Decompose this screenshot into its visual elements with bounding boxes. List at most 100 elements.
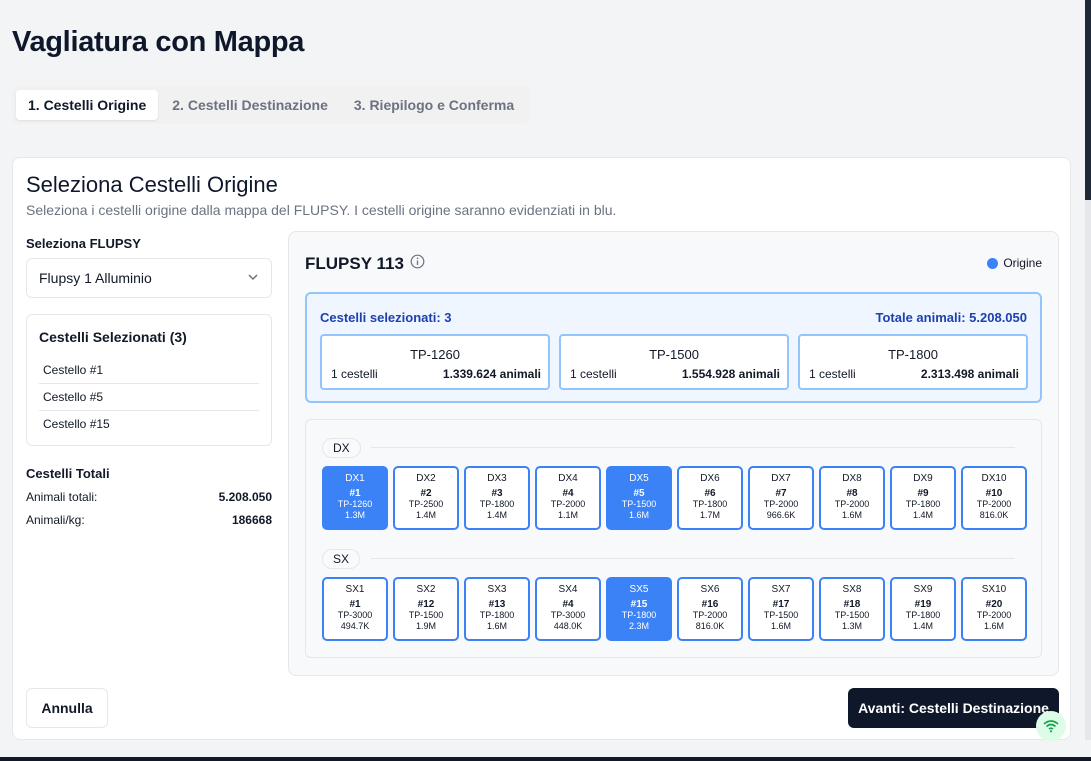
basket-quantity: 1.4M <box>486 510 507 520</box>
basket-quantity: 1.6M <box>486 621 507 631</box>
basket-sx8[interactable]: SX8 #18 TP-1500 1.3M <box>819 577 885 641</box>
basket-sx3[interactable]: SX3 #13 TP-1800 1.6M <box>464 577 530 641</box>
basket-sx7[interactable]: SX7 #17 TP-1500 1.6M <box>748 577 814 641</box>
scrollbar-track[interactable] <box>1085 0 1091 740</box>
basket-number: #4 <box>562 488 574 499</box>
basket-dx10[interactable]: DX10 #10 TP-2000 816.0K <box>961 466 1027 530</box>
basket-number: #17 <box>772 599 790 610</box>
basket-position: SX7 <box>771 584 791 595</box>
basket-sx4[interactable]: SX4 #4 TP-3000 448.0K <box>535 577 601 641</box>
basket-quantity: 2.3M <box>628 621 649 631</box>
basket-quantity: 448.0K <box>553 621 583 631</box>
basket-number: #13 <box>488 599 506 610</box>
basket-number: #15 <box>630 599 648 610</box>
totals-value: 186668 <box>231 513 272 527</box>
selected-baskets-panel: Cestelli Selezionati (3) Cestello #1 Ces… <box>26 314 272 446</box>
basket-dx8[interactable]: DX8 #8 TP-2000 1.6M <box>819 466 885 530</box>
basket-number: #16 <box>701 599 719 610</box>
next-button[interactable]: Avanti: Cestelli Destinazione <box>848 688 1059 728</box>
basket-quantity: 816.0K <box>979 510 1009 520</box>
basket-number: #20 <box>985 599 1003 610</box>
basket-number: #8 <box>846 488 858 499</box>
basket-position: DX9 <box>913 473 933 484</box>
basket-dx3[interactable]: DX3 #3 TP-1800 1.4M <box>464 466 530 530</box>
basket-dx4[interactable]: DX4 #4 TP-2000 1.1M <box>535 466 601 530</box>
basket-position: SX9 <box>913 584 933 595</box>
basket-quantity: 1.6M <box>770 621 791 631</box>
basket-quantity: 1.6M <box>628 510 649 520</box>
size-group-card: TP-1800 1 cestelli 2.313.498 animali <box>798 334 1028 390</box>
basket-size: TP-2000 <box>550 499 586 509</box>
basket-size: TP-1500 <box>834 610 870 620</box>
basket-sx9[interactable]: SX9 #19 TP-1800 1.4M <box>890 577 956 641</box>
basket-quantity: 966.6K <box>766 510 796 520</box>
selected-basket-item: Cestello #1 <box>39 357 259 384</box>
basket-sx5[interactable]: SX5 #15 TP-1800 2.3M <box>606 577 672 641</box>
basket-dx5[interactable]: DX5 #5 TP-1500 1.6M <box>606 466 672 530</box>
basket-quantity: 1.3M <box>841 621 862 631</box>
tab-cestelli-destinazione[interactable]: 2. Cestelli Destinazione <box>160 90 340 120</box>
scrollbar-thumb[interactable] <box>1085 0 1091 200</box>
row-divider <box>371 558 1015 559</box>
basket-position: SX4 <box>558 584 578 595</box>
basket-number: #4 <box>562 599 574 610</box>
basket-position: SX5 <box>629 584 649 595</box>
basket-position: DX3 <box>487 473 507 484</box>
origin-selection-card: Seleziona Cestelli Origine Seleziona i c… <box>12 157 1071 740</box>
summary-size-groups: TP-1260 1 cestelli 1.339.624 animali TP-… <box>320 334 1028 390</box>
basket-quantity: 1.6M <box>841 510 862 520</box>
basket-dx9[interactable]: DX9 #9 TP-1800 1.4M <box>890 466 956 530</box>
basket-position: SX1 <box>345 584 365 595</box>
origin-dot-icon <box>987 257 999 269</box>
basket-position: DX2 <box>416 473 436 484</box>
basket-sx10[interactable]: SX10 #20 TP-2000 1.6M <box>961 577 1027 641</box>
size-group-size: TP-1800 <box>888 347 938 362</box>
basket-number: #1 <box>349 599 361 610</box>
basket-position: DX1 <box>345 473 365 484</box>
basket-size: TP-2000 <box>763 499 799 509</box>
cancel-button[interactable]: Annulla <box>26 688 108 728</box>
basket-quantity: 494.7K <box>340 621 370 631</box>
tab-riepilogo-conferma[interactable]: 3. Riepilogo e Conferma <box>342 90 526 120</box>
tab-cestelli-origine[interactable]: 1. Cestelli Origine <box>16 90 159 120</box>
flupsy-select-value: Flupsy 1 Alluminio <box>39 270 152 286</box>
basket-size: TP-2000 <box>976 499 1012 509</box>
basket-size: TP-3000 <box>550 610 586 620</box>
basket-size: TP-1500 <box>763 610 799 620</box>
wizard-tabs: 1. Cestelli Origine 2. Cestelli Destinaz… <box>12 86 531 124</box>
basket-number: #12 <box>417 599 435 610</box>
flupsy-select[interactable]: Flupsy 1 Alluminio <box>26 258 272 298</box>
basket-number: #10 <box>985 488 1003 499</box>
basket-sx6[interactable]: SX6 #16 TP-2000 816.0K <box>677 577 743 641</box>
basket-grid: DX DX1 #1 TP-1260 1.3M DX2 #2 TP-2500 1.4M DX3 #3 T… <box>305 419 1042 658</box>
basket-dx2[interactable]: DX2 #2 TP-2500 1.4M <box>393 466 459 530</box>
size-group-size: TP-1260 <box>410 347 460 362</box>
window-bottom-edge <box>0 757 1091 761</box>
selected-basket-item: Cestello #5 <box>39 384 259 411</box>
size-group-count: 1 cestelli <box>809 367 856 381</box>
basket-number: #9 <box>917 488 929 499</box>
basket-quantity: 1.9M <box>415 621 436 631</box>
legend-label: Origine <box>1003 256 1042 270</box>
totals-value: 5.208.050 <box>218 490 272 504</box>
totals-label: Animali totali: <box>26 490 98 504</box>
map-legend: Origine <box>987 256 1042 270</box>
summary-total-animals: Totale animali: 5.208.050 <box>875 310 1028 325</box>
basket-quantity: 1.3M <box>344 510 365 520</box>
basket-sx2[interactable]: SX2 #12 TP-1500 1.9M <box>393 577 459 641</box>
basket-size: TP-2000 <box>976 610 1012 620</box>
basket-sx1[interactable]: SX1 #1 TP-3000 494.7K <box>322 577 388 641</box>
basket-position: DX8 <box>842 473 862 484</box>
basket-quantity: 1.6M <box>983 621 1004 631</box>
basket-dx6[interactable]: DX6 #6 TP-1800 1.7M <box>677 466 743 530</box>
info-icon[interactable] <box>410 254 425 274</box>
basket-dx7[interactable]: DX7 #7 TP-2000 966.6K <box>748 466 814 530</box>
chevron-down-icon <box>247 270 259 286</box>
basket-dx1[interactable]: DX1 #1 TP-1260 1.3M <box>322 466 388 530</box>
basket-position: SX6 <box>700 584 720 595</box>
basket-position: DX7 <box>771 473 791 484</box>
totals-title: Cestelli Totali <box>26 466 110 481</box>
basket-position: SX10 <box>981 584 1007 595</box>
page-title: Vagliatura con Mappa <box>12 26 305 58</box>
wifi-icon[interactable] <box>1036 711 1066 741</box>
